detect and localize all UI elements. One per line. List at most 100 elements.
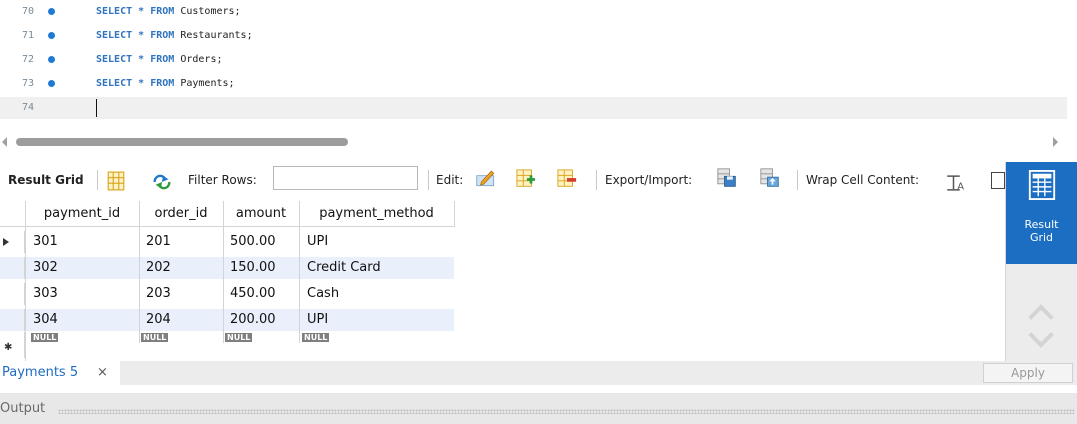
cell-amount[interactable]: 500.00: [230, 231, 276, 253]
cell-payment-method[interactable]: UPI: [307, 231, 328, 253]
scroll-left-icon[interactable]: [2, 137, 7, 147]
line-number: 72: [22, 54, 35, 65]
row-selector[interactable]: [0, 309, 25, 331]
code-line[interactable]: 70 SELECT * FROM Customers;: [0, 1, 1067, 23]
toolbar-divider: [428, 170, 429, 190]
statement-marker-icon: [48, 56, 55, 63]
column-header-payment-method[interactable]: payment_method: [299, 201, 455, 227]
cell-amount[interactable]: 200.00: [230, 309, 276, 331]
column-header-payment-id[interactable]: payment_id: [25, 201, 140, 227]
edit-row-icon[interactable]: [476, 168, 496, 188]
code-line[interactable]: 72 SELECT * FROM Orders;: [0, 49, 1067, 71]
result-tab-bar: Payments 5 × Apply: [0, 361, 1077, 385]
null-badge[interactable]: NULL: [302, 333, 330, 342]
result-grid-side-button[interactable]: Result Grid: [1006, 162, 1077, 264]
horizontal-scrollbar[interactable]: [0, 133, 1077, 151]
statement-marker-icon: [48, 32, 55, 39]
export-import-label: Export/Import:: [605, 173, 693, 187]
text-caret: [96, 99, 97, 117]
new-row-star-icon: ✱: [4, 342, 13, 353]
line-number: 70: [22, 6, 35, 17]
column-header-amount[interactable]: amount: [223, 201, 300, 227]
add-row-icon[interactable]: [516, 169, 536, 189]
current-row-arrow-icon: [3, 238, 9, 246]
code-line[interactable]: 73 SELECT * FROM Payments;: [0, 73, 1067, 95]
refresh-icon[interactable]: [152, 172, 172, 192]
toolbar-divider: [797, 170, 798, 190]
wrap-cell-content-label: Wrap Cell Content:: [806, 173, 920, 187]
table-row[interactable]: 304 204 200.00 UPI: [0, 309, 454, 331]
delete-row-icon[interactable]: [557, 169, 577, 189]
edit-label: Edit:: [436, 173, 464, 187]
grid-layout-icon[interactable]: [106, 171, 126, 191]
line-number: 73: [22, 78, 35, 89]
svg-text:A: A: [957, 181, 964, 192]
result-grid-side-label: Result Grid: [1024, 218, 1059, 244]
result-tab-label[interactable]: Payments 5: [2, 365, 78, 380]
code-text: SELECT * FROM Restaurants;: [96, 30, 253, 41]
result-grid-label: Result Grid: [8, 173, 84, 187]
apply-button[interactable]: Apply: [983, 363, 1073, 383]
wrap-text-icon[interactable]: A: [946, 173, 966, 193]
grid-line: [25, 227, 26, 361]
filter-rows-input[interactable]: [273, 166, 418, 190]
row-selector[interactable]: [0, 283, 25, 305]
cell-amount[interactable]: 450.00: [230, 283, 276, 305]
panel-grip[interactable]: [58, 409, 1074, 414]
result-tab[interactable]: Payments 5 ×: [0, 361, 120, 385]
cell-payment-method[interactable]: UPI: [307, 309, 328, 331]
close-icon[interactable]: ×: [97, 365, 108, 380]
scroll-down-icon[interactable]: [1028, 322, 1054, 348]
import-icon[interactable]: [760, 168, 780, 188]
side-panel: Result Grid: [1005, 162, 1077, 362]
row-selector[interactable]: ✱: [0, 332, 25, 358]
cell-payment-method[interactable]: Cash: [307, 283, 339, 305]
current-code-line[interactable]: 74: [0, 97, 1067, 119]
cell-order-id[interactable]: 202: [146, 257, 171, 279]
null-badge[interactable]: NULL: [31, 333, 59, 342]
cell-payment-id[interactable]: 302: [33, 257, 58, 279]
cell-amount[interactable]: 150.00: [230, 257, 276, 279]
cell-order-id[interactable]: 201: [146, 231, 171, 253]
filter-rows-label: Filter Rows:: [188, 173, 257, 187]
row-selector[interactable]: [0, 257, 25, 279]
toolbar-divider: [97, 170, 98, 190]
export-icon[interactable]: [717, 168, 737, 188]
scrollbar-thumb[interactable]: [16, 138, 348, 146]
code-text: SELECT * FROM Payments;: [96, 78, 235, 89]
cell-payment-id[interactable]: 304: [33, 309, 58, 331]
cell-payment-id[interactable]: 303: [33, 283, 58, 305]
code-text: SELECT * FROM Orders;: [96, 54, 223, 65]
result-grid: payment_id order_id amount payment_metho…: [0, 201, 1005, 361]
line-number: 71: [22, 30, 35, 41]
cell-payment-method[interactable]: Credit Card: [307, 257, 381, 279]
row-selector[interactable]: [0, 231, 25, 253]
new-row[interactable]: ✱ NULL NULL NULL NULL: [0, 332, 454, 358]
line-number: 74: [22, 102, 35, 113]
output-panel-header[interactable]: Output: [0, 393, 1077, 424]
scroll-right-icon[interactable]: [1053, 137, 1058, 147]
null-badge[interactable]: NULL: [225, 333, 253, 342]
toolbar-divider: [596, 170, 597, 190]
output-label: Output: [0, 401, 46, 416]
table-row[interactable]: 301 201 500.00 UPI: [0, 231, 454, 253]
statement-marker-icon: [48, 8, 55, 15]
cell-order-id[interactable]: 203: [146, 283, 171, 305]
column-header-order-id[interactable]: order_id: [139, 201, 224, 227]
grid-line: [299, 227, 300, 343]
statement-marker-icon: [48, 80, 55, 87]
cell-payment-id[interactable]: 301: [33, 231, 58, 253]
result-toolbar: Result Grid Filter Rows: Edit: Export/Im…: [0, 162, 1005, 200]
grid-line: [223, 227, 224, 343]
wrap-cell-checkbox[interactable]: [991, 172, 1005, 189]
code-text: SELECT * FROM Customers;: [96, 6, 241, 17]
result-grid-icon: [1028, 170, 1056, 200]
cell-order-id[interactable]: 204: [146, 309, 171, 331]
code-line[interactable]: 71 SELECT * FROM Restaurants;: [0, 25, 1067, 47]
sql-editor[interactable]: 70 SELECT * FROM Customers; 71 SELECT * …: [0, 0, 1077, 131]
row-header-corner: [0, 201, 26, 227]
grid-line: [139, 227, 140, 343]
table-row[interactable]: 302 202 150.00 Credit Card: [0, 257, 454, 279]
table-row[interactable]: 303 203 450.00 Cash: [0, 283, 454, 305]
null-badge[interactable]: NULL: [141, 333, 169, 342]
